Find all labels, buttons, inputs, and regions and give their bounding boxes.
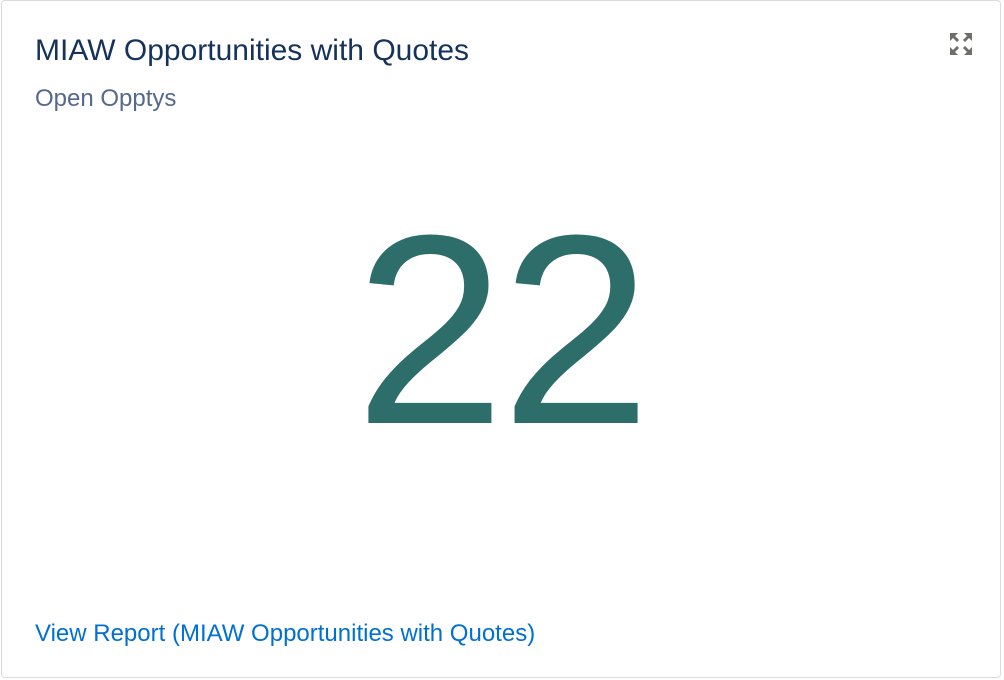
dashboard-card: MIAW Opportunities with Quotes Open Oppt… (1, 0, 1001, 678)
view-report-link[interactable]: View Report (MIAW Opportunities with Quo… (35, 619, 535, 649)
card-title: MIAW Opportunities with Quotes (35, 34, 470, 67)
metric-value: 22 (354, 180, 651, 481)
expand-icon (950, 33, 972, 55)
card-subtitle: Open Opptys (35, 85, 177, 112)
expand-button[interactable] (948, 31, 974, 57)
